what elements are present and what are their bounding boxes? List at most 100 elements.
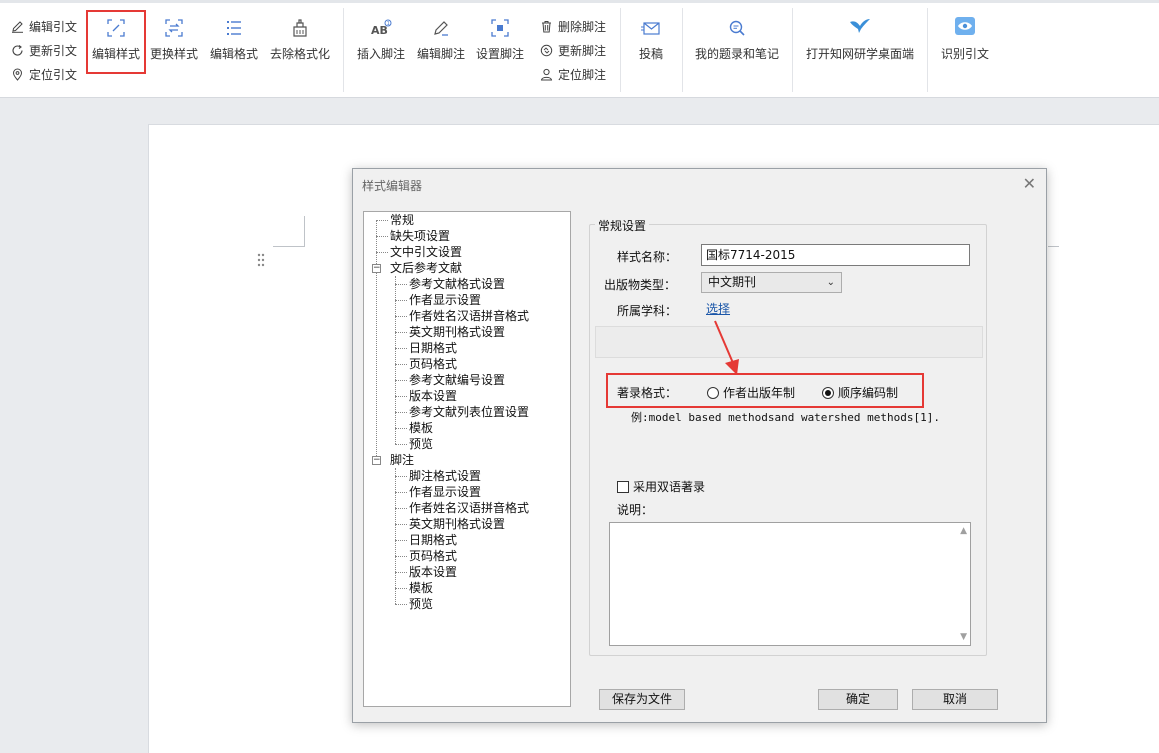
edit-footnote-icon <box>430 17 452 39</box>
tree-item-ref[interactable]: 作者显示设置 <box>409 292 481 308</box>
tree-item-ref[interactable]: 页码格式 <box>409 356 457 372</box>
tree-item-foot[interactable]: 作者姓名汉语拼音格式 <box>409 500 529 516</box>
format-label: 著录格式： <box>617 386 678 400</box>
tree-connector <box>395 524 407 525</box>
radio-author-year[interactable]: 作者出版年制 <box>707 384 795 401</box>
tree-collapse-icon[interactable]: − <box>372 456 381 465</box>
tree-connector <box>395 380 407 381</box>
tree-item-in-text[interactable]: 文中引文设置 <box>390 244 462 260</box>
tree-connector <box>395 588 407 589</box>
edit-footnote-button[interactable]: 编辑脚注 <box>414 17 468 62</box>
note-label: 说明： <box>617 503 654 517</box>
edit-format-button[interactable]: 编辑格式 <box>208 17 260 62</box>
radio-sequence[interactable]: 顺序编码制 <box>822 384 898 401</box>
tree-item-references[interactable]: 文后参考文献 <box>390 260 462 276</box>
locate-footnote-button[interactable]: 定位脚注 <box>539 66 606 83</box>
refresh-icon <box>539 44 553 58</box>
cancel-button[interactable]: 取消 <box>912 689 998 710</box>
radio-circle-selected <box>822 386 834 399</box>
tree-item-foot[interactable]: 预览 <box>409 596 433 612</box>
close-icon[interactable]: ✕ <box>1023 174 1036 193</box>
settings-footnote-icon <box>489 17 511 39</box>
tree-connector <box>395 364 407 365</box>
tree-item-ref[interactable]: 模板 <box>409 420 433 436</box>
tree-connector <box>395 332 407 333</box>
eye-icon <box>954 15 976 37</box>
margin-marker <box>304 216 305 247</box>
tree-connector <box>376 252 388 253</box>
insert-footnote-icon: AB 1 <box>370 17 392 39</box>
open-desktop-button[interactable]: 打开知网研学桌面端 <box>804 15 916 62</box>
save-to-file-button[interactable]: 保存为文件 <box>599 689 685 710</box>
tree-connector <box>395 572 407 573</box>
tree-item-foot[interactable]: 页码格式 <box>409 548 457 564</box>
tree-item-missing[interactable]: 缺失项设置 <box>390 228 450 244</box>
radio-sequence-label: 顺序编码制 <box>838 386 899 400</box>
drag-handle-icon[interactable] <box>257 253 265 267</box>
tree-item-foot[interactable]: 脚注格式设置 <box>409 468 481 484</box>
delete-footnote-button[interactable]: 删除脚注 <box>539 18 606 35</box>
tree-connector <box>395 604 407 605</box>
tree-connector <box>395 428 407 429</box>
tree-collapse-icon[interactable]: − <box>372 264 381 273</box>
tree-item-ref[interactable]: 参考文献列表位置设置 <box>409 404 529 420</box>
open-desktop-label: 打开知网研学桌面端 <box>805 47 914 61</box>
trash-icon <box>539 20 553 34</box>
tree-item-foot[interactable]: 日期格式 <box>409 532 457 548</box>
tree-item-foot[interactable]: 作者显示设置 <box>409 484 481 500</box>
bilingual-checkbox[interactable]: 采用双语著录 <box>617 478 705 495</box>
change-style-button[interactable]: 更换样式 <box>148 17 200 62</box>
subject-display-box <box>595 326 983 358</box>
tree-item-ref[interactable]: 英文期刊格式设置 <box>409 324 505 340</box>
my-records-notes-button[interactable]: 我的题录和笔记 <box>693 17 781 62</box>
pub-type-select[interactable]: 中文期刊 ⌄ <box>701 272 842 293</box>
pencil-icon <box>10 20 24 34</box>
tree-item-foot[interactable]: 英文期刊格式设置 <box>409 516 505 532</box>
tree-item-general[interactable]: 常规 <box>390 212 414 228</box>
clear-format-label: 去除格式化 <box>269 47 330 61</box>
ok-button[interactable]: 确定 <box>818 689 898 710</box>
update-citation-button[interactable]: 更新引文 <box>10 42 77 59</box>
settings-footnote-button[interactable]: 设置脚注 <box>473 17 527 62</box>
ribbon-separator <box>792 8 793 92</box>
tree-item-ref[interactable]: 作者姓名汉语拼音格式 <box>409 308 529 324</box>
list-format-icon <box>223 17 245 39</box>
dialog-title: 样式编辑器 <box>362 179 423 193</box>
tree-connector <box>395 284 407 285</box>
edit-citation-button[interactable]: 编辑引文 <box>10 18 77 35</box>
locate-citation-button[interactable]: 定位引文 <box>10 66 77 83</box>
style-name-label: 样式名称： <box>617 250 678 264</box>
delete-footnote-label: 删除脚注 <box>558 20 607 34</box>
note-textarea[interactable]: ▲ ▼ <box>609 522 971 646</box>
insert-footnote-button[interactable]: AB 1 插入脚注 <box>354 17 408 62</box>
insert-footnote-label: 插入脚注 <box>356 47 405 61</box>
tree-item-foot[interactable]: 模板 <box>409 580 433 596</box>
tree-connector <box>395 556 407 557</box>
subject-select-link[interactable]: 选择 <box>706 300 730 317</box>
update-footnote-button[interactable]: 更新脚注 <box>539 42 606 59</box>
refresh-icon <box>10 44 24 58</box>
tree-item-ref[interactable]: 日期格式 <box>409 340 457 356</box>
tree-item-ref[interactable]: 预览 <box>409 436 433 452</box>
scroll-up-icon[interactable]: ▲ <box>960 526 967 536</box>
tree-item-ref[interactable]: 版本设置 <box>409 388 457 404</box>
tree-connector <box>395 316 407 317</box>
clear-format-button[interactable]: 去除格式化 <box>266 17 334 62</box>
ribbon-separator <box>620 8 621 92</box>
recognize-citation-button[interactable]: 识别引文 <box>938 15 992 62</box>
tree-connector <box>395 300 407 301</box>
person-location-icon <box>539 68 553 82</box>
recognize-citation-label: 识别引文 <box>940 47 989 61</box>
tree-connector <box>395 492 407 493</box>
scroll-down-icon[interactable]: ▼ <box>960 632 967 642</box>
style-name-input[interactable]: 国标7714-2015 <box>701 244 970 266</box>
tree-item-ref[interactable]: 参考文献编号设置 <box>409 372 505 388</box>
tree-item-footnotes[interactable]: 脚注 <box>390 452 414 468</box>
tree-item-ref[interactable]: 参考文献格式设置 <box>409 276 505 292</box>
submit-button[interactable]: 投稿 <box>632 17 670 62</box>
ribbon-separator <box>343 8 344 92</box>
settings-footnote-label: 设置脚注 <box>475 47 524 61</box>
clear-format-icon <box>289 17 311 39</box>
settings-tree: 常规 缺失项设置 文中引文设置 − 文后参考文献 参考文献格式设置 作者显示设置… <box>363 211 571 707</box>
tree-item-foot[interactable]: 版本设置 <box>409 564 457 580</box>
